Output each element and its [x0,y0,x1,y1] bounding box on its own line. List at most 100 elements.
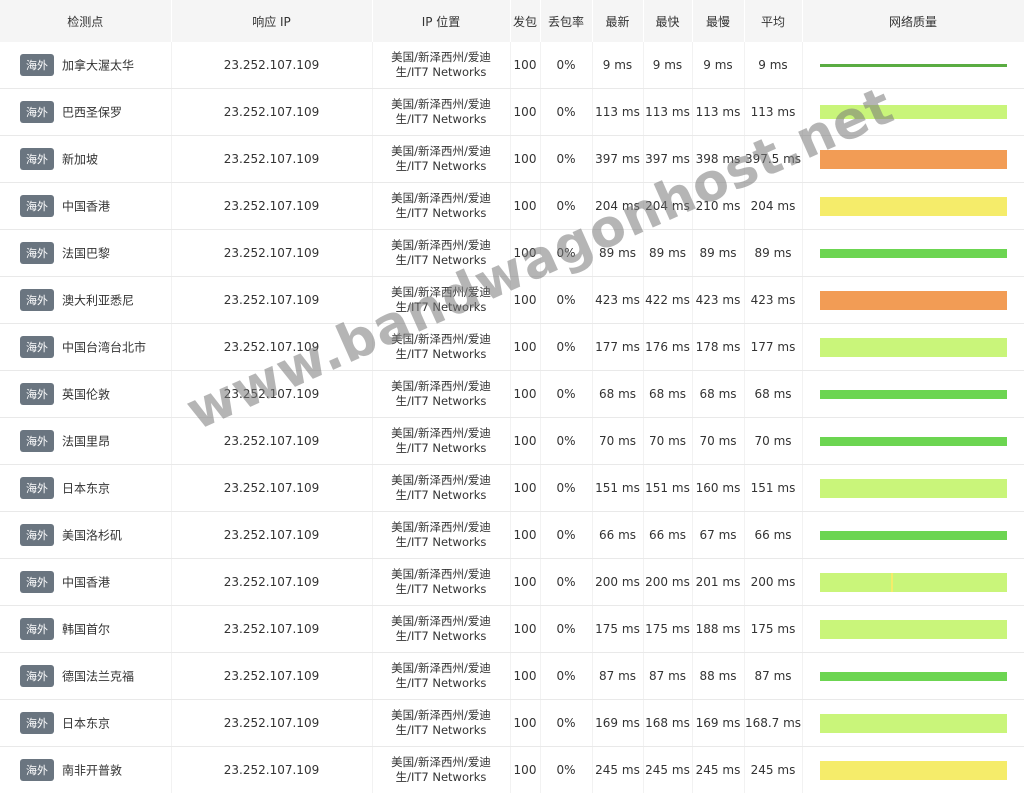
network-quality-cell [802,700,1024,747]
quality-bar[interactable] [820,714,1007,733]
region-badge: 海外 [20,101,54,123]
latency-fastest: 113 ms [643,89,692,136]
check-point-name: 中国台湾台北市 [62,341,146,355]
packets-sent: 100 [510,512,540,559]
latency-fastest: 66 ms [643,512,692,559]
region-badge: 海外 [20,618,54,640]
packets-sent: 100 [510,230,540,277]
header-packets-sent[interactable]: 发包 [510,0,540,42]
latency-average: 175 ms [744,606,802,653]
latency-latest: 113 ms [592,89,643,136]
latency-average: 204 ms [744,183,802,230]
header-fastest[interactable]: 最快 [643,0,692,42]
quality-bar[interactable] [820,761,1007,780]
region-badge: 海外 [20,477,54,499]
quality-bar[interactable] [820,531,1007,540]
quality-bar[interactable] [820,390,1007,399]
quality-bar[interactable] [820,620,1007,639]
network-quality-cell [802,230,1024,277]
packet-loss: 0% [540,700,592,747]
quality-bar[interactable] [820,291,1007,310]
response-ip: 23.252.107.109 [171,324,372,371]
ip-location: 美国/新泽西州/爱迪生/IT7 Networks [372,136,510,183]
latency-fastest: 70 ms [643,418,692,465]
table-header-row: 检测点 响应 IP IP 位置 发包 丢包率 最新 最快 最慢 平均 网络质量 [0,0,1024,42]
latency-fastest: 87 ms [643,653,692,700]
latency-slowest: 67 ms [692,512,744,559]
check-point-cell: 海外澳大利亚悉尼 [0,277,171,324]
header-average[interactable]: 平均 [744,0,802,42]
latency-latest: 87 ms [592,653,643,700]
latency-average: 397.5 ms [744,136,802,183]
quality-bar[interactable] [820,672,1007,681]
latency-slowest: 70 ms [692,418,744,465]
ip-location-line-1: 美国/新泽西州/爱迪 [377,520,506,535]
header-ip-location[interactable]: IP 位置 [372,0,510,42]
packet-loss: 0% [540,89,592,136]
table-row: 海外英国伦敦23.252.107.109美国/新泽西州/爱迪生/IT7 Netw… [0,371,1024,418]
header-packet-loss[interactable]: 丢包率 [540,0,592,42]
ip-location-line-1: 美国/新泽西州/爱迪 [377,50,506,65]
latency-fastest: 176 ms [643,324,692,371]
network-quality-cell [802,136,1024,183]
response-ip: 23.252.107.109 [171,136,372,183]
table-row: 海外巴西圣保罗23.252.107.109美国/新泽西州/爱迪生/IT7 Net… [0,89,1024,136]
packet-loss: 0% [540,324,592,371]
response-ip: 23.252.107.109 [171,512,372,559]
header-response-ip[interactable]: 响应 IP [171,0,372,42]
header-network-quality[interactable]: 网络质量 [802,0,1024,42]
table-row: 海外南非开普敦23.252.107.109美国/新泽西州/爱迪生/IT7 Net… [0,747,1024,793]
packet-loss: 0% [540,512,592,559]
table-row: 海外新加坡 23.252.107.109美国/新泽西州/爱迪生/IT7 Netwo… [0,136,1024,183]
ip-location: 美国/新泽西州/爱迪生/IT7 Networks [372,512,510,559]
table-row: 海外中国台湾台北市23.252.107.109美国/新泽西州/爱迪生/IT7 N… [0,324,1024,371]
packet-loss: 0% [540,277,592,324]
ip-location-line-2: 生/IT7 Networks [377,676,506,691]
ip-location-line-2: 生/IT7 Networks [377,394,506,409]
quality-bar[interactable] [820,338,1007,357]
latency-fastest: 68 ms [643,371,692,418]
ip-location-line-1: 美国/新泽西州/爱迪 [377,661,506,676]
ip-location-line-1: 美国/新泽西州/爱迪 [377,426,506,441]
table-row: 海外加拿大渥太华23.252.107.109美国/新泽西州/爱迪生/IT7 Ne… [0,42,1024,89]
quality-bar[interactable] [820,150,1007,169]
quality-bar[interactable] [820,105,1007,119]
ip-location: 美国/新泽西州/爱迪生/IT7 Networks [372,700,510,747]
ip-location: 美国/新泽西州/爱迪生/IT7 Networks [372,42,510,89]
latency-latest: 68 ms [592,371,643,418]
region-badge: 海外 [20,665,54,687]
latency-average: 70 ms [744,418,802,465]
latency-average: 87 ms [744,653,802,700]
ip-location-line-1: 美国/新泽西州/爱迪 [377,332,506,347]
network-quality-cell [802,42,1024,89]
check-point-cell: 海外日本东京 [0,465,171,512]
packets-sent: 100 [510,277,540,324]
quality-bar[interactable] [820,573,1007,592]
quality-bar[interactable] [820,64,1007,67]
region-badge: 海外 [20,148,54,170]
quality-bar[interactable] [820,197,1007,216]
check-point-cell: 海外中国香港 [0,559,171,606]
header-slowest[interactable]: 最慢 [692,0,744,42]
network-quality-cell [802,559,1024,606]
check-point-name: 新加坡 [62,153,98,167]
table-row: 海外中国香港23.252.107.109美国/新泽西州/爱迪生/IT7 Netw… [0,183,1024,230]
header-check-point[interactable]: 检测点 [0,0,171,42]
table-row: 海外澳大利亚悉尼23.252.107.109美国/新泽西州/爱迪生/IT7 Ne… [0,277,1024,324]
latency-latest: 89 ms [592,230,643,277]
packets-sent: 100 [510,324,540,371]
packets-sent: 100 [510,559,540,606]
response-ip: 23.252.107.109 [171,277,372,324]
header-latest[interactable]: 最新 [592,0,643,42]
ip-location: 美国/新泽西州/爱迪生/IT7 Networks [372,465,510,512]
quality-bar[interactable] [820,479,1007,498]
region-badge: 海外 [20,571,54,593]
ip-location-line-2: 生/IT7 Networks [377,629,506,644]
packet-loss: 0% [540,747,592,793]
table-row: 海外法国巴黎23.252.107.109美国/新泽西州/爱迪生/IT7 Netw… [0,230,1024,277]
ip-location-line-1: 美国/新泽西州/爱迪 [377,285,506,300]
latency-fastest: 422 ms [643,277,692,324]
quality-bar[interactable] [820,249,1007,258]
quality-bar[interactable] [820,437,1007,446]
latency-fastest: 397 ms [643,136,692,183]
